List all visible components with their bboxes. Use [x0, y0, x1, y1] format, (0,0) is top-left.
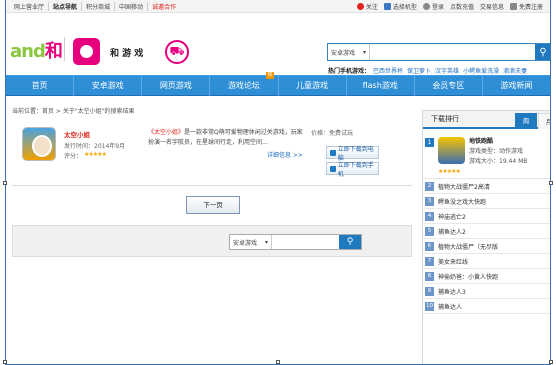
link-site-nav[interactable]: 站点导航 [49, 1, 83, 11]
link-follow[interactable]: 关注 [354, 2, 381, 11]
game-description: 《太空小姐》是一款非常Q萌可爱物理休闲过关游戏，玩家扮演一名宇航员，在星球间行走… [148, 129, 303, 146]
game-release-date: 发行时间：2014年9月 [64, 143, 126, 150]
bottom-search-button[interactable]: ⚲ [339, 235, 361, 249]
link-recharge[interactable]: 点数充值 [447, 2, 477, 11]
top-account-links: 关注 选择机型 登录 点数充值 交易信息 免费注册 [354, 2, 546, 11]
resize-handle[interactable] [3, 181, 7, 185]
rank-item[interactable]: 9 捕鱼达人3 [423, 284, 550, 299]
game-icon [438, 137, 465, 164]
link-cooperation[interactable]: 诚邀合作 [148, 2, 180, 11]
resize-handle[interactable] [549, 181, 553, 185]
hot-game-link[interactable]: 汉字英雄 [435, 66, 459, 75]
header-search: 安卓游戏 ▾ ⚲ [327, 43, 550, 61]
game-price: 价格：免费试玩 [311, 130, 354, 137]
breadcrumb: 当前位置：首页 > 关于"太空小姐"的搜索结果 [12, 108, 135, 115]
chevron-down-icon: ▾ [264, 238, 268, 246]
game-size: 游戏大小：19.44 MB [469, 158, 528, 165]
site-header: and和 和 游 戏 ⛟ 安卓游戏 ▾ ⚲ 热门手机游戏： 巴西世界杯 保卫萝卜 … [6, 13, 550, 75]
download-icon [330, 165, 336, 172]
game-rating: 评分： ★★★★★ [64, 151, 107, 160]
nav-android-games[interactable]: 安卓游戏 [74, 75, 143, 96]
main-nav: 首页 安卓游戏 网页游戏 游戏论坛热 儿童游戏 flash游戏 会员专区 游戏新… [6, 72, 550, 96]
chevron-down-icon: ▾ [362, 48, 366, 56]
nav-web-games[interactable]: 网页游戏 [142, 75, 211, 96]
user-icon [422, 2, 430, 10]
logo-divider [64, 37, 65, 61]
rank-item[interactable]: 10 捕鱼达人 [423, 299, 550, 314]
resize-handle[interactable] [549, 360, 553, 364]
star-icons: ★★★★★ [438, 168, 461, 175]
bottom-search-input[interactable] [272, 235, 339, 249]
nav-forum[interactable]: 游戏论坛热 [210, 72, 279, 96]
rank-item[interactable]: 4 神庙逃亡2 [423, 209, 550, 224]
browser-page: 网上营业厅 站点导航 积分商城 中国移动 诚邀合作 关注 选择机型 登录 点数充… [5, 0, 551, 365]
results-divider [12, 185, 412, 186]
hot-badge: 热 [266, 72, 274, 79]
heyouxi-logo-icon[interactable] [73, 38, 100, 65]
resize-handle[interactable] [276, 360, 280, 364]
nav-news[interactable]: 游戏新闻 [483, 75, 550, 96]
hot-game-link[interactable]: 保卫萝卜 [407, 66, 431, 75]
link-login[interactable]: 登录 [420, 2, 447, 11]
next-page-button[interactable]: 下一页 [186, 196, 240, 214]
game-type: 游戏类型：动作游戏 [469, 148, 524, 155]
rank-item[interactable]: 7 美女来红线 [423, 254, 550, 269]
bottom-search-box: 安卓游戏 ▾ ⚲ [12, 225, 412, 257]
register-icon [509, 2, 517, 10]
rank-item[interactable]: 3 鳄鱼没之戏大快跑 [423, 194, 550, 209]
tab-monthly[interactable]: 月 [538, 113, 550, 129]
rank-item[interactable]: 6 植物大战僵尸（无尽版 [423, 239, 550, 254]
rank-item[interactable]: 2 植物大战僵尸2高清 [423, 179, 550, 194]
bottom-search: 安卓游戏 ▾ ⚲ [229, 234, 362, 250]
link-china-mobile[interactable]: 中国移动 [115, 1, 149, 11]
download-to-pc-button[interactable]: 立即下载到电脑 [326, 146, 379, 162]
resize-handle[interactable] [3, 360, 7, 364]
and-logo[interactable]: and和 [10, 37, 63, 63]
rank-number: 1 [425, 138, 434, 147]
top-utility-bar: 网上营业厅 站点导航 积分商城 中国移动 诚邀合作 关注 选择机型 登录 点数充… [6, 0, 550, 13]
nav-members[interactable]: 会员专区 [415, 75, 483, 96]
search-icon: ⚲ [539, 46, 547, 58]
nav-kids-games[interactable]: 儿童游戏 [279, 75, 347, 96]
ranking-header: 下载排行 周 月 [423, 111, 550, 129]
details-link[interactable]: 详细信息 >> [267, 150, 303, 159]
weibo-icon [356, 2, 364, 10]
top-ranked-game[interactable]: 1 地铁跑酷 游戏类型：动作游戏 游戏大小：19.44 MB ★★★★★ [423, 129, 550, 179]
top-links: 网上营业厅 站点导航 积分商城 中国移动 诚邀合作 [10, 1, 180, 11]
nav-home[interactable]: 首页 [6, 75, 75, 96]
search-input[interactable] [370, 44, 535, 60]
download-icon [330, 149, 336, 156]
hot-game-link[interactable]: 巴西世界杯 [373, 66, 403, 75]
hot-game-link[interactable]: 滴滴夫妻 [503, 66, 527, 75]
cart-icon[interactable]: ⛟ [165, 40, 189, 64]
rank-item[interactable]: 5 捕鱼达人2 [423, 224, 550, 239]
search-scope-select[interactable]: 安卓游戏 ▾ [328, 44, 370, 60]
brand-title: 和 游 戏 [110, 49, 144, 59]
tab-weekly[interactable]: 周 [515, 113, 537, 129]
rank-item[interactable]: 8 神偷奶爸：小黄人快跑 [423, 269, 550, 284]
link-points-mall[interactable]: 积分商城 [82, 1, 116, 11]
phone-icon [383, 2, 391, 10]
download-to-phone-button[interactable]: 立即下载到手机 [326, 162, 379, 178]
download-ranking-panel: 下载排行 周 月 1 地铁跑酷 游戏类型：动作游戏 游戏大小：19.44 MB … [422, 110, 550, 364]
link-choose-phone[interactable]: 选择机型 [381, 2, 420, 11]
search-button[interactable]: ⚲ [535, 44, 550, 60]
game-name: 地铁跑酷 [469, 138, 494, 145]
link-register[interactable]: 免费注册 [507, 2, 546, 11]
star-icons: ★★★★★ [84, 151, 107, 158]
search-scope-select[interactable]: 安卓游戏 ▾ [230, 235, 272, 249]
game-icon[interactable] [22, 127, 56, 161]
link-online-hall[interactable]: 网上营业厅 [10, 1, 50, 11]
nav-flash-games[interactable]: flash游戏 [347, 75, 415, 96]
hot-games: 热门手机游戏： 巴西世界杯 保卫萝卜 汉字英雄 小鳄鱼爱洗澡 滴滴夫妻 [328, 66, 528, 75]
game-title[interactable]: 太空小姐 [64, 129, 90, 139]
search-icon: ⚲ [346, 237, 354, 247]
hot-game-link[interactable]: 小鳄鱼爱洗澡 [463, 66, 499, 75]
link-transactions[interactable]: 交易信息 [477, 2, 507, 11]
